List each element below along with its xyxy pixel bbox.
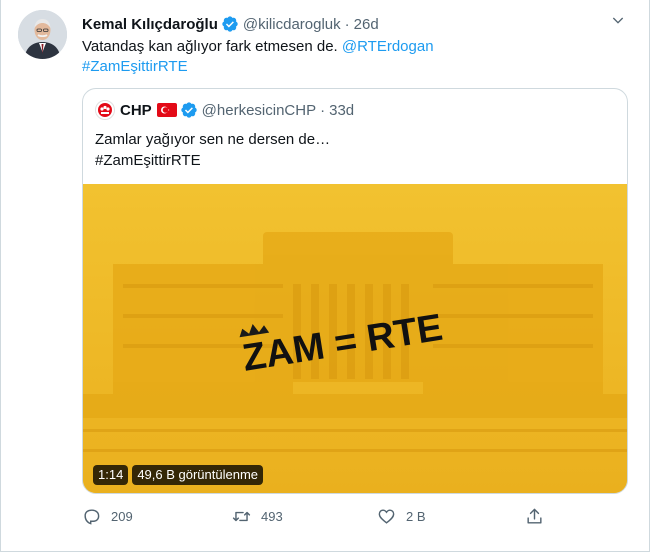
video-player[interactable]: ZAM = RTE 1:14 49,6 B görüntülenme xyxy=(83,184,627,493)
quoted-tweet[interactable]: CHP @herkesicinCHP · 33d Zamlar yağıyor … xyxy=(82,88,628,494)
quoted-author-handle[interactable]: @herkesicinCHP xyxy=(202,102,316,119)
tweet-text: Vatandaş kan ağlıyor fark etmesen de. @R… xyxy=(82,37,622,77)
author-handle[interactable]: @kilicdarogluk xyxy=(243,16,341,33)
author-name[interactable]: Kemal Kılıçdaroğlu xyxy=(82,16,218,33)
retweet-icon xyxy=(232,511,251,521)
reply-icon xyxy=(84,508,100,525)
separator-dot: · xyxy=(344,15,350,33)
verified-badge-icon xyxy=(221,15,239,33)
quoted-text-line: Zamlar yağıyor sen ne dersen de… xyxy=(95,131,331,148)
quoted-tweet-text: Zamlar yağıyor sen ne dersen de… #ZamEşi… xyxy=(95,129,615,171)
heart-icon xyxy=(378,508,395,524)
video-duration: 1:14 xyxy=(93,465,129,485)
quoted-hashtag: #ZamEşittirRTE xyxy=(95,152,201,169)
quoted-separator-dot: · xyxy=(320,101,326,119)
reply-button[interactable]: 209 xyxy=(82,504,133,528)
mention-link[interactable]: @RTErdogan xyxy=(342,38,434,55)
quoted-avatar[interactable] xyxy=(95,100,115,120)
share-button[interactable] xyxy=(525,504,554,528)
turkey-flag-icon xyxy=(156,103,177,117)
video-view-count: 49,6 B görüntülenme xyxy=(132,465,264,485)
tweet-header: Kemal Kılıçdaroğlu @kilicdarogluk · 26d xyxy=(82,14,632,34)
reply-count: 209 xyxy=(111,508,133,524)
quoted-verified-badge-icon xyxy=(180,101,198,119)
quoted-timestamp[interactable]: 33d xyxy=(329,102,354,119)
video-thumbnail: ZAM = RTE xyxy=(83,184,627,493)
chevron-down-icon[interactable] xyxy=(610,12,626,28)
tweet-text-body: Vatandaş kan ağlıyor fark etmesen de. xyxy=(82,38,342,55)
tweet-timestamp[interactable]: 26d xyxy=(354,16,379,33)
video-badges: 1:14 49,6 B görüntülenme xyxy=(93,465,264,485)
like-count: 2 B xyxy=(406,508,426,524)
share-icon xyxy=(527,508,542,524)
like-button[interactable]: 2 B xyxy=(377,504,426,528)
retweet-button[interactable]: 493 xyxy=(232,504,283,528)
quoted-tweet-header: CHP @herkesicinCHP · 33d xyxy=(95,100,354,120)
quoted-author-name[interactable]: CHP xyxy=(120,102,152,119)
retweet-count: 493 xyxy=(261,508,283,524)
tweet-actions: 209 493 2 B xyxy=(82,504,562,528)
avatar[interactable] xyxy=(18,10,67,59)
hashtag-link[interactable]: #ZamEşittirRTE xyxy=(82,58,188,75)
